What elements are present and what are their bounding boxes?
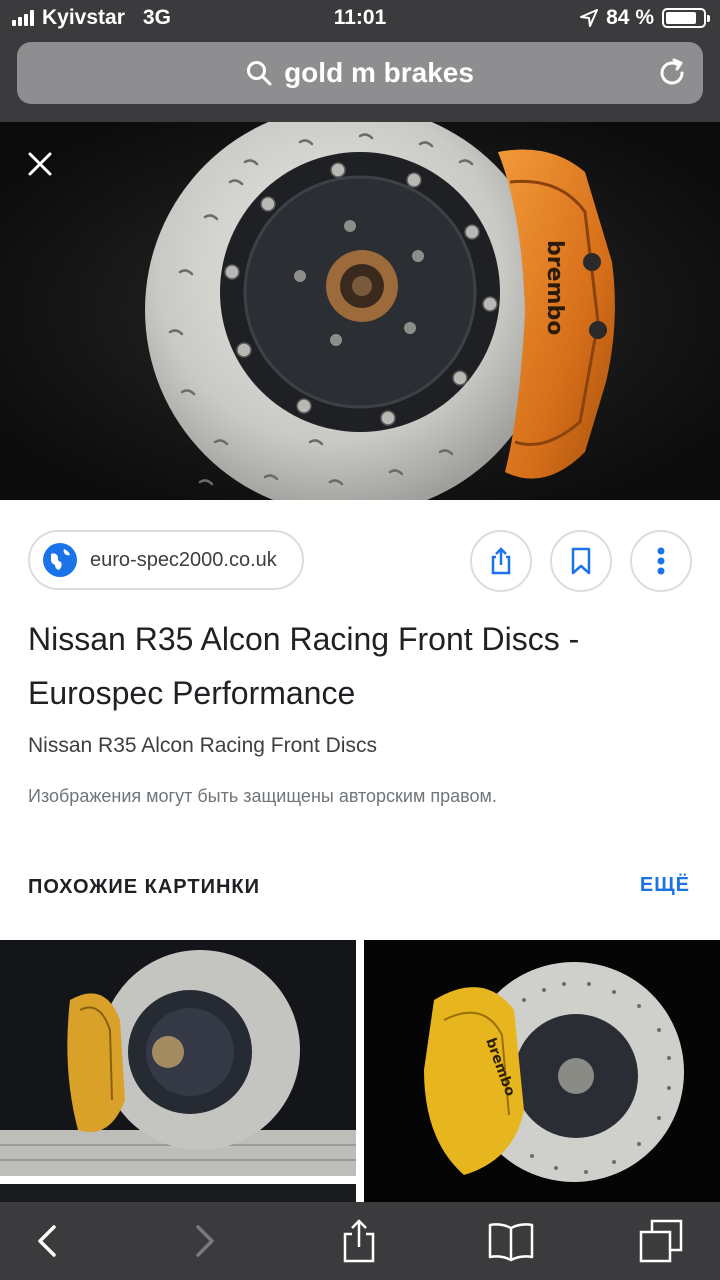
result-title-line1: Nissan R35 Alcon Racing Front Discs - bbox=[28, 621, 580, 657]
caliper-brand-label: brembo bbox=[542, 240, 567, 335]
back-button[interactable] bbox=[22, 1216, 72, 1266]
related-images-heading: ПОХОЖИЕ КАРТИНКИ bbox=[28, 876, 260, 898]
more-options-button[interactable] bbox=[630, 530, 692, 592]
source-site-chip[interactable]: euro-spec2000.co.uk bbox=[28, 530, 304, 590]
result-subtitle: Nissan R35 Alcon Racing Front Discs bbox=[28, 734, 377, 757]
image-preview[interactable]: brembo bbox=[0, 122, 720, 500]
tabs-icon bbox=[639, 1219, 683, 1263]
tabs-button[interactable] bbox=[636, 1216, 686, 1266]
copyright-notice: Изображения могут быть защищены авторски… bbox=[28, 786, 497, 806]
share-button[interactable] bbox=[470, 530, 532, 592]
forward-button[interactable] bbox=[180, 1216, 230, 1266]
save-button[interactable] bbox=[550, 530, 612, 592]
battery-icon bbox=[662, 8, 710, 28]
related-image-2[interactable]: brembo bbox=[364, 940, 720, 1202]
browser-chrome: Kyivstar 3G 11:01 84 % gold m brakes bbox=[0, 0, 720, 122]
brake-photo bbox=[0, 940, 356, 1176]
forward-icon bbox=[196, 1225, 214, 1257]
bookmarks-icon bbox=[488, 1223, 534, 1262]
related-image-1[interactable] bbox=[0, 940, 356, 1176]
share-icon bbox=[343, 1219, 375, 1263]
globe-icon bbox=[43, 543, 77, 577]
reload-icon[interactable] bbox=[655, 56, 689, 90]
back-icon bbox=[38, 1225, 56, 1257]
share-icon bbox=[491, 547, 511, 575]
close-icon[interactable] bbox=[24, 148, 56, 180]
result-title[interactable]: Nissan R35 Alcon Racing Front Discs - Eu… bbox=[28, 612, 688, 720]
location-arrow-icon bbox=[580, 9, 599, 27]
address-bar[interactable]: gold m brakes bbox=[17, 42, 703, 104]
search-icon bbox=[247, 61, 272, 86]
result-details: euro-spec2000.co.uk Nissan R35 Alcon Rac… bbox=[0, 500, 720, 940]
related-images-grid: brembo bbox=[0, 940, 720, 1202]
bookmarks-button[interactable] bbox=[486, 1216, 536, 1266]
browser-toolbar bbox=[0, 1202, 720, 1280]
status-bar: Kyivstar 3G 11:01 84 % bbox=[0, 0, 720, 38]
battery-percent: 84 % bbox=[606, 6, 654, 29]
related-image-3[interactable] bbox=[0, 1184, 356, 1202]
brake-disc-photo: brembo bbox=[0, 122, 720, 500]
more-vert-icon bbox=[657, 547, 665, 575]
source-domain: euro-spec2000.co.uk bbox=[90, 548, 277, 571]
share-page-button[interactable] bbox=[334, 1216, 384, 1266]
bookmark-icon bbox=[571, 547, 591, 575]
more-related-link[interactable]: ЕЩЁ bbox=[640, 874, 690, 897]
result-title-line2: Eurospec Performance bbox=[28, 675, 356, 711]
search-query[interactable]: gold m brakes bbox=[284, 57, 474, 89]
brake-photo: brembo bbox=[364, 940, 720, 1202]
